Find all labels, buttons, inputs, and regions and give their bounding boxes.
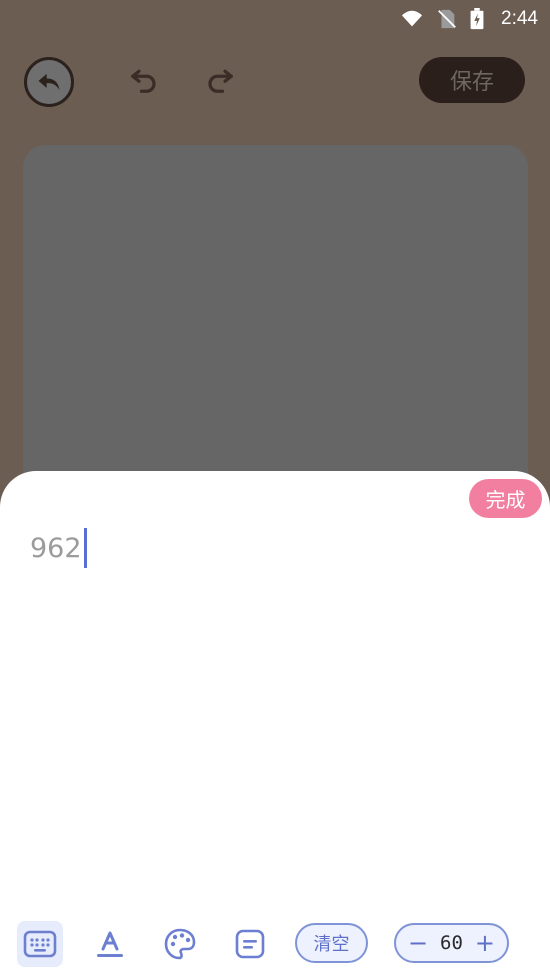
wifi-icon — [401, 10, 423, 27]
top-toolbar: 保存 — [0, 55, 550, 107]
redo-icon — [208, 69, 233, 93]
font-size-stepper: − 60 + — [394, 923, 509, 963]
text-input-value: 962 — [30, 532, 82, 564]
text-input[interactable]: 962 — [30, 527, 87, 569]
status-time: 2:44 — [501, 8, 538, 29]
font-color-tool-button[interactable] — [87, 921, 133, 967]
color-palette-tool-button[interactable] — [157, 921, 203, 967]
keyboard-icon — [23, 930, 57, 958]
keyboard-tool-button[interactable] — [17, 921, 63, 967]
back-button[interactable] — [24, 57, 74, 107]
text-editor-sheet: 完成 962 — [0, 471, 550, 979]
clear-button[interactable]: 清空 — [295, 923, 368, 963]
battery-charging-icon — [470, 8, 484, 30]
no-sim-icon — [438, 9, 456, 29]
canvas-preview — [23, 145, 528, 505]
undo-button[interactable] — [127, 63, 161, 97]
editor-tools: 清空 − 60 + — [0, 919, 550, 969]
palette-icon — [164, 928, 196, 960]
font-size-value: 60 — [440, 932, 463, 954]
font-color-icon — [97, 931, 123, 957]
text-align-tool-button[interactable] — [227, 921, 273, 967]
undo-icon — [131, 69, 156, 93]
redo-button[interactable] — [203, 63, 237, 97]
text-caret — [83, 528, 87, 568]
status-bar: 2:44 — [0, 0, 550, 38]
back-arrow-icon — [38, 73, 60, 91]
save-button[interactable]: 保存 — [419, 57, 525, 103]
decrease-size-button[interactable]: − — [408, 931, 428, 955]
increase-size-button[interactable]: + — [475, 931, 495, 955]
align-text-icon — [235, 929, 265, 959]
done-button[interactable]: 完成 — [469, 479, 542, 518]
